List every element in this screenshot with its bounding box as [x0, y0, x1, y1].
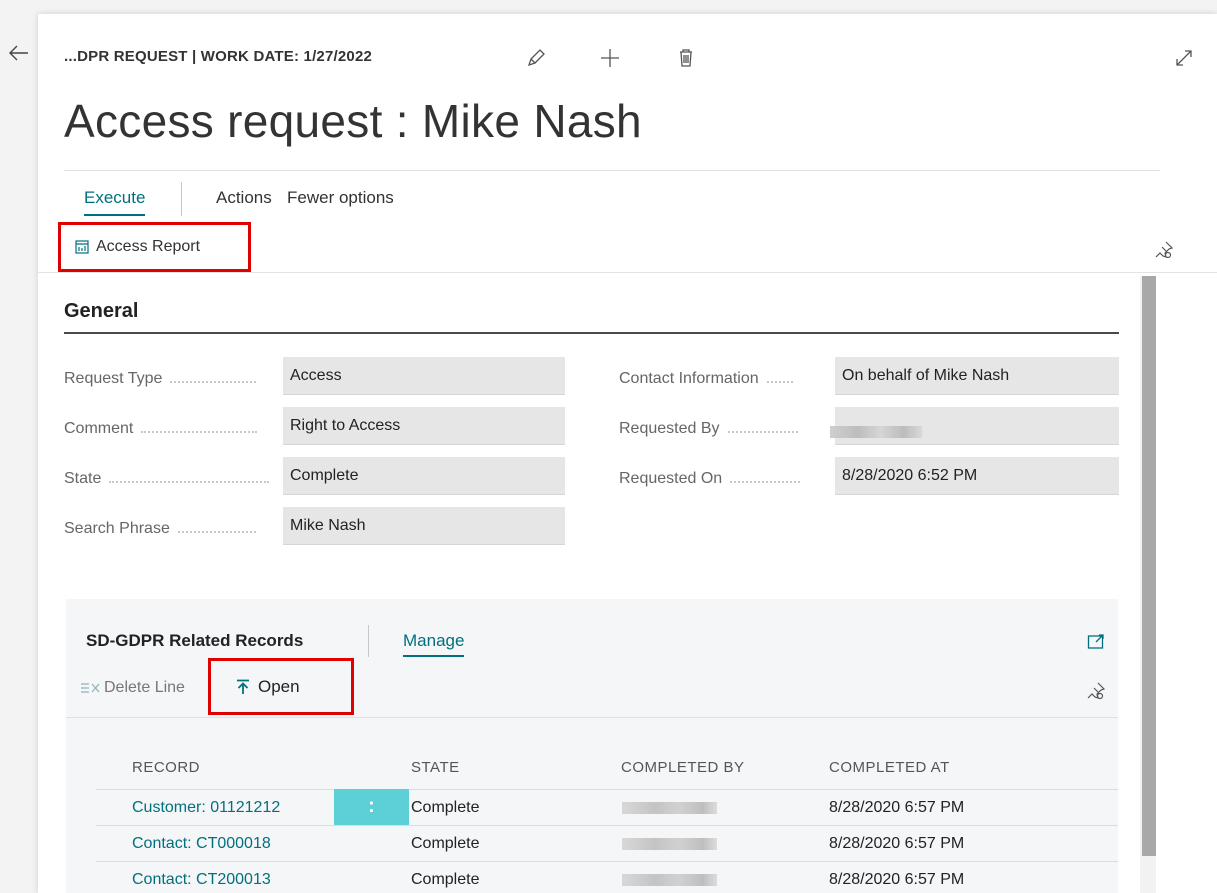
search-phrase-field[interactable]: Mike Nash [283, 507, 565, 545]
record-completed-at: 8/28/2020 6:57 PM [829, 835, 965, 852]
record-state: Complete [411, 871, 480, 888]
record-completed-at: 8/28/2020 6:57 PM [829, 871, 965, 888]
open-button[interactable]: Open [208, 658, 354, 715]
contact-information-field[interactable]: On behalf of Mike Nash [835, 357, 1119, 395]
delete-line-icon [81, 683, 100, 693]
requested-by-redacted [830, 426, 922, 438]
tab-execute[interactable]: Execute [84, 188, 146, 216]
delete-line-button[interactable]: Delete Line [80, 679, 185, 697]
tab-manage[interactable]: Manage [403, 631, 465, 657]
search-phrase-label: Search Phrase [64, 520, 256, 538]
column-header-completed-at[interactable]: COMPLETED AT [829, 759, 950, 776]
page-title: Access request : Mike Nash [64, 95, 642, 147]
table-row[interactable]: Contact: CT200013 Complete 8/28/2020 6:5… [96, 861, 1118, 893]
table-row[interactable]: Contact: CT000018 Complete 8/28/2020 6:5… [96, 825, 1118, 861]
contact-information-label: Contact Information [619, 370, 793, 388]
column-header-record[interactable]: RECORD [132, 759, 200, 776]
record-completed-at: 8/28/2020 6:57 PM [829, 799, 965, 816]
delete-line-label: Delete Line [104, 679, 185, 696]
pin-icon[interactable] [1086, 681, 1106, 701]
related-records-panel: SD-GDPR Related Records Manage Delete Li… [66, 599, 1118, 893]
general-section-underline [64, 332, 1119, 334]
column-header-state[interactable]: STATE [411, 759, 460, 776]
open-label: Open [258, 676, 300, 696]
record-link[interactable]: Contact: CT200013 [132, 862, 271, 893]
comment-label: Comment [64, 420, 258, 438]
record-state: Complete [411, 799, 480, 816]
tab-separator [181, 182, 182, 216]
state-field[interactable]: Complete [283, 457, 565, 495]
record-link[interactable]: Contact: CT000018 [132, 826, 271, 861]
access-report-label: Access Report [96, 238, 201, 255]
tab-actions[interactable]: Actions [216, 188, 272, 208]
request-type-field[interactable]: Access [283, 357, 565, 395]
record-state: Complete [411, 835, 480, 852]
general-section-title[interactable]: General [64, 300, 138, 323]
edit-pencil-icon[interactable] [524, 46, 548, 70]
completed-by-redacted [622, 802, 717, 814]
action-bar-divider [38, 272, 1217, 273]
related-records-separator [368, 625, 369, 657]
tab-fewer-options[interactable]: Fewer options [287, 188, 394, 208]
column-header-completed-by[interactable]: COMPLETED BY [621, 759, 745, 776]
back-arrow-icon[interactable] [6, 40, 32, 66]
title-divider [64, 170, 1160, 171]
add-plus-icon[interactable] [598, 46, 622, 70]
request-type-label: Request Type [64, 370, 257, 388]
row-menu-button[interactable]: : [334, 789, 409, 825]
related-records-title[interactable]: SD-GDPR Related Records [86, 631, 303, 651]
report-icon [75, 240, 89, 254]
open-icon [237, 679, 249, 694]
breadcrumb[interactable]: ...DPR REQUEST | WORK DATE: 1/27/2022 [64, 48, 372, 65]
requested-on-field[interactable]: 8/28/2020 6:52 PM [835, 457, 1119, 495]
comment-field[interactable]: Right to Access [283, 407, 565, 445]
related-records-divider [66, 717, 1118, 718]
table-row[interactable]: Customer: 01121212 : Complete 8/28/2020 … [96, 789, 1118, 825]
delete-trash-icon[interactable] [674, 46, 698, 70]
requested-by-label: Requested By [619, 420, 798, 438]
expand-icon[interactable] [1172, 46, 1196, 70]
requested-on-label: Requested On [619, 470, 801, 488]
top-bar: ...DPR REQUEST | WORK DATE: 1/27/2022 [64, 46, 1194, 70]
pin-icon[interactable] [1154, 240, 1174, 260]
completed-by-redacted [622, 838, 717, 850]
state-label: State [64, 470, 270, 488]
access-report-button[interactable]: Access Report [58, 222, 251, 272]
page-card: ...DPR REQUEST | WORK DATE: 1/27/2022 Ac… [38, 14, 1217, 893]
scrollbar-thumb[interactable] [1142, 276, 1156, 856]
completed-by-redacted [622, 874, 717, 886]
fullscreen-icon[interactable] [1087, 633, 1105, 651]
record-link[interactable]: Customer: 01121212 [132, 790, 280, 825]
